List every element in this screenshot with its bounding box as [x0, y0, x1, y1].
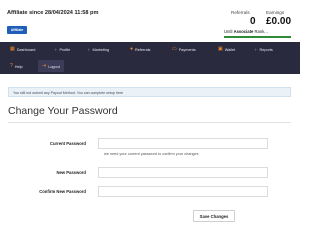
card-icon: ▭ [172, 46, 177, 52]
nav-item-label: Wallet [224, 47, 236, 52]
nav-item-logout[interactable]: ⇥ Logout [42, 64, 60, 69]
payout-notice: You still not submit any Payout Method. … [8, 87, 291, 97]
logout-icon: ⇥ [42, 63, 47, 69]
rank-progress-text: Until Associate Rank... [224, 29, 268, 34]
wallet-icon: ▣ [218, 46, 223, 52]
page-title: Change Your Password [8, 105, 118, 117]
affiliate-badge: Affiliate [7, 26, 27, 34]
new-password-label: New Password [56, 170, 86, 175]
rank-progress-bar [224, 36, 291, 38]
nav-item-label: Payments [178, 47, 196, 52]
help-icon: ? [10, 63, 13, 69]
rank-prefix: Until [224, 29, 233, 34]
confirm-password-input[interactable] [98, 186, 268, 197]
main-nav: ▦ Dashboard › Profile › Marketing ● Refe… [0, 42, 300, 74]
chevron-right-icon: › [255, 47, 257, 52]
nav-item-label: Dashboard [16, 47, 36, 52]
nav-item-help[interactable]: ? Help [10, 64, 23, 69]
title-divider [8, 122, 291, 123]
dashboard-icon: ▦ [10, 46, 15, 52]
affiliate-since-text: Affiliate since 28/04/2024 11:58 pm [7, 10, 99, 16]
confirm-password-label: Confirm New Password [39, 189, 86, 194]
nav-item-profile[interactable]: › Profile [55, 47, 70, 52]
nav-item-label: Referrals [135, 47, 151, 52]
nav-item-referrals[interactable]: ● Referrals [130, 47, 150, 52]
nav-item-label: Profile [59, 47, 71, 52]
referrals-value: 0 [250, 16, 256, 27]
rank-name: Associate [233, 29, 254, 34]
nav-item-label: Marketing [92, 47, 110, 52]
nav-item-label: Logout [48, 64, 60, 69]
chevron-right-icon: › [55, 47, 57, 52]
nav-item-dashboard[interactable]: ▦ Dashboard [10, 47, 35, 52]
current-password-input[interactable] [98, 138, 268, 149]
nav-item-label: Reports [259, 47, 273, 52]
earnings-label: Earnings [266, 10, 285, 15]
nav-item-wallet[interactable]: ▣ Wallet [218, 47, 235, 52]
rank-suffix: Rank... [254, 29, 268, 34]
current-password-label: Current Password [49, 141, 86, 146]
users-icon: ● [130, 46, 134, 52]
current-password-hint: we need your current password to confirm… [104, 152, 199, 156]
referrals-label: Referrals [231, 10, 250, 15]
nav-item-reports[interactable]: › Reports [255, 47, 273, 52]
new-password-input[interactable] [98, 167, 268, 178]
earnings-value: £0.00 [266, 16, 292, 27]
nav-item-payments[interactable]: ▭ Payments [172, 47, 196, 52]
chevron-right-icon: › [88, 47, 90, 52]
nav-item-marketing[interactable]: › Marketing [88, 47, 109, 52]
nav-item-label: Help [14, 64, 23, 69]
save-changes-button[interactable]: Save Changes [193, 210, 235, 222]
